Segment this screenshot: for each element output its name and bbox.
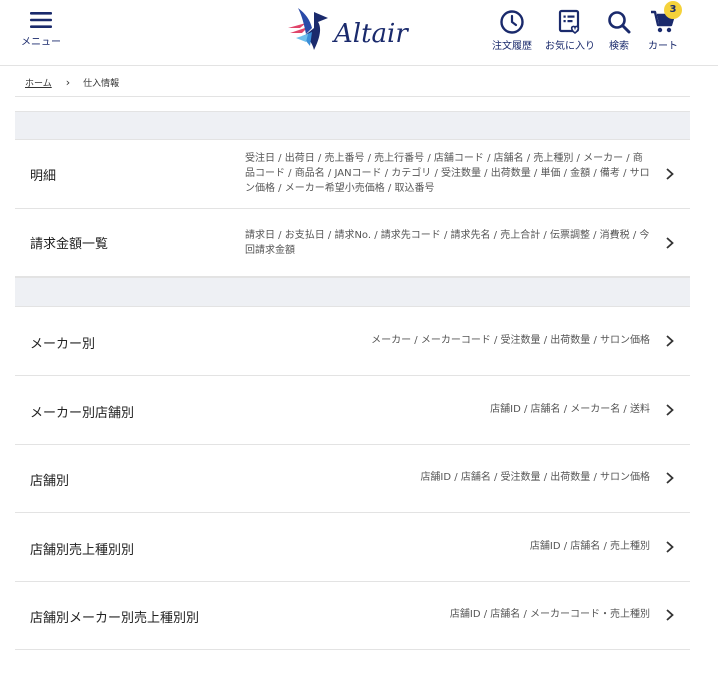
hamburger-icon [30, 12, 52, 28]
order-history-label: 注文履歴 [492, 41, 532, 52]
breadcrumb-divider [15, 96, 690, 97]
row-description: 請求日 / お支払日 / 請求No. / 請求先コード / 請求先名 / 売上合… [245, 230, 650, 256]
row-description: メーカー / メーカーコード / 受注数量 / 出荷数量 / サロン価格 [371, 335, 650, 346]
row-description: 受注日 / 出荷日 / 売上番号 / 売上行番号 / 店舗コード / 店舗名 /… [245, 153, 650, 194]
report-row-by-maker-store[interactable]: メーカー別店舗別 店舗ID / 店舗名 / メーカー名 / 送料 [15, 376, 690, 445]
favorite-list-icon [558, 9, 580, 35]
report-row-by-maker[interactable]: メーカー別 メーカー / メーカーコード / 受注数量 / 出荷数量 / サロン… [15, 307, 690, 376]
site-logo[interactable]: Altair [284, 6, 424, 56]
row-title: 店舗別メーカー別売上種別別 [30, 611, 200, 626]
menu-label: メニュー [21, 37, 61, 48]
chevron-right-icon [666, 472, 674, 484]
order-history-button[interactable]: 注文履歴 [488, 9, 536, 52]
site-header: メニュー Altair 注文履歴 お気に入り 検索 3 カート [0, 0, 718, 66]
logo-bird-icon [288, 8, 328, 50]
row-title: 店舗別売上種別別 [30, 543, 135, 558]
report-row-by-store-sales-type[interactable]: 店舗別売上種別別 店舗ID / 店舗名 / 売上種別 [15, 513, 690, 582]
row-title: 明細 [30, 169, 57, 184]
favorites-label: お気に入り [545, 41, 595, 52]
row-title: 請求金額一覧 [30, 237, 109, 252]
row-title: メーカー別店舗別 [30, 406, 135, 421]
chevron-right-icon [666, 541, 674, 553]
chevron-right-icon [666, 609, 674, 621]
row-description: 店舗ID / 店舗名 / メーカーコード・売上種別 [449, 609, 650, 620]
row-description: 店舗ID / 店舗名 / メーカー名 / 送料 [490, 404, 650, 415]
favorites-button[interactable]: お気に入り [544, 9, 596, 52]
report-row-by-store-maker-sales-type[interactable]: 店舗別メーカー別売上種別別 店舗ID / 店舗名 / メーカーコード・売上種別 [15, 582, 690, 650]
report-row-by-store[interactable]: 店舗別 店舗ID / 店舗名 / 受注数量 / 出荷数量 / サロン価格 [15, 445, 690, 513]
logo-text: Altair [332, 19, 409, 49]
search-button[interactable]: 検索 [604, 9, 634, 52]
search-icon [608, 11, 631, 34]
breadcrumb-separator: › [65, 75, 71, 89]
cart-button[interactable]: 3 カート [648, 1, 682, 52]
row-description: 店舗ID / 店舗名 / 受注数量 / 出荷数量 / サロン価格 [420, 472, 650, 483]
cart-label: カート [648, 41, 678, 52]
cart-count-badge: 3 [664, 1, 682, 19]
breadcrumb-home-link[interactable]: ホーム [25, 76, 52, 89]
section-header-band [15, 277, 690, 307]
section-header-band [15, 111, 690, 140]
row-title: 店舗別 [30, 474, 70, 489]
row-description: 店舗ID / 店舗名 / 売上種別 [529, 541, 650, 552]
breadcrumb-current: 仕入情報 [83, 78, 120, 89]
chevron-right-icon [666, 237, 674, 249]
search-label: 検索 [609, 41, 629, 52]
row-title: メーカー別 [30, 337, 96, 352]
breadcrumb: ホーム › 仕入情報 [25, 75, 119, 89]
chevron-right-icon [666, 168, 674, 180]
clock-icon [500, 10, 524, 34]
report-row-billing[interactable]: 請求金額一覧 請求日 / お支払日 / 請求No. / 請求先コード / 請求先… [15, 209, 690, 277]
report-row-detail[interactable]: 明細 受注日 / 出荷日 / 売上番号 / 売上行番号 / 店舗コード / 店舗… [15, 140, 690, 209]
chevron-right-icon [666, 404, 674, 416]
menu-button[interactable]: メニュー [20, 10, 62, 48]
chevron-right-icon [666, 335, 674, 347]
